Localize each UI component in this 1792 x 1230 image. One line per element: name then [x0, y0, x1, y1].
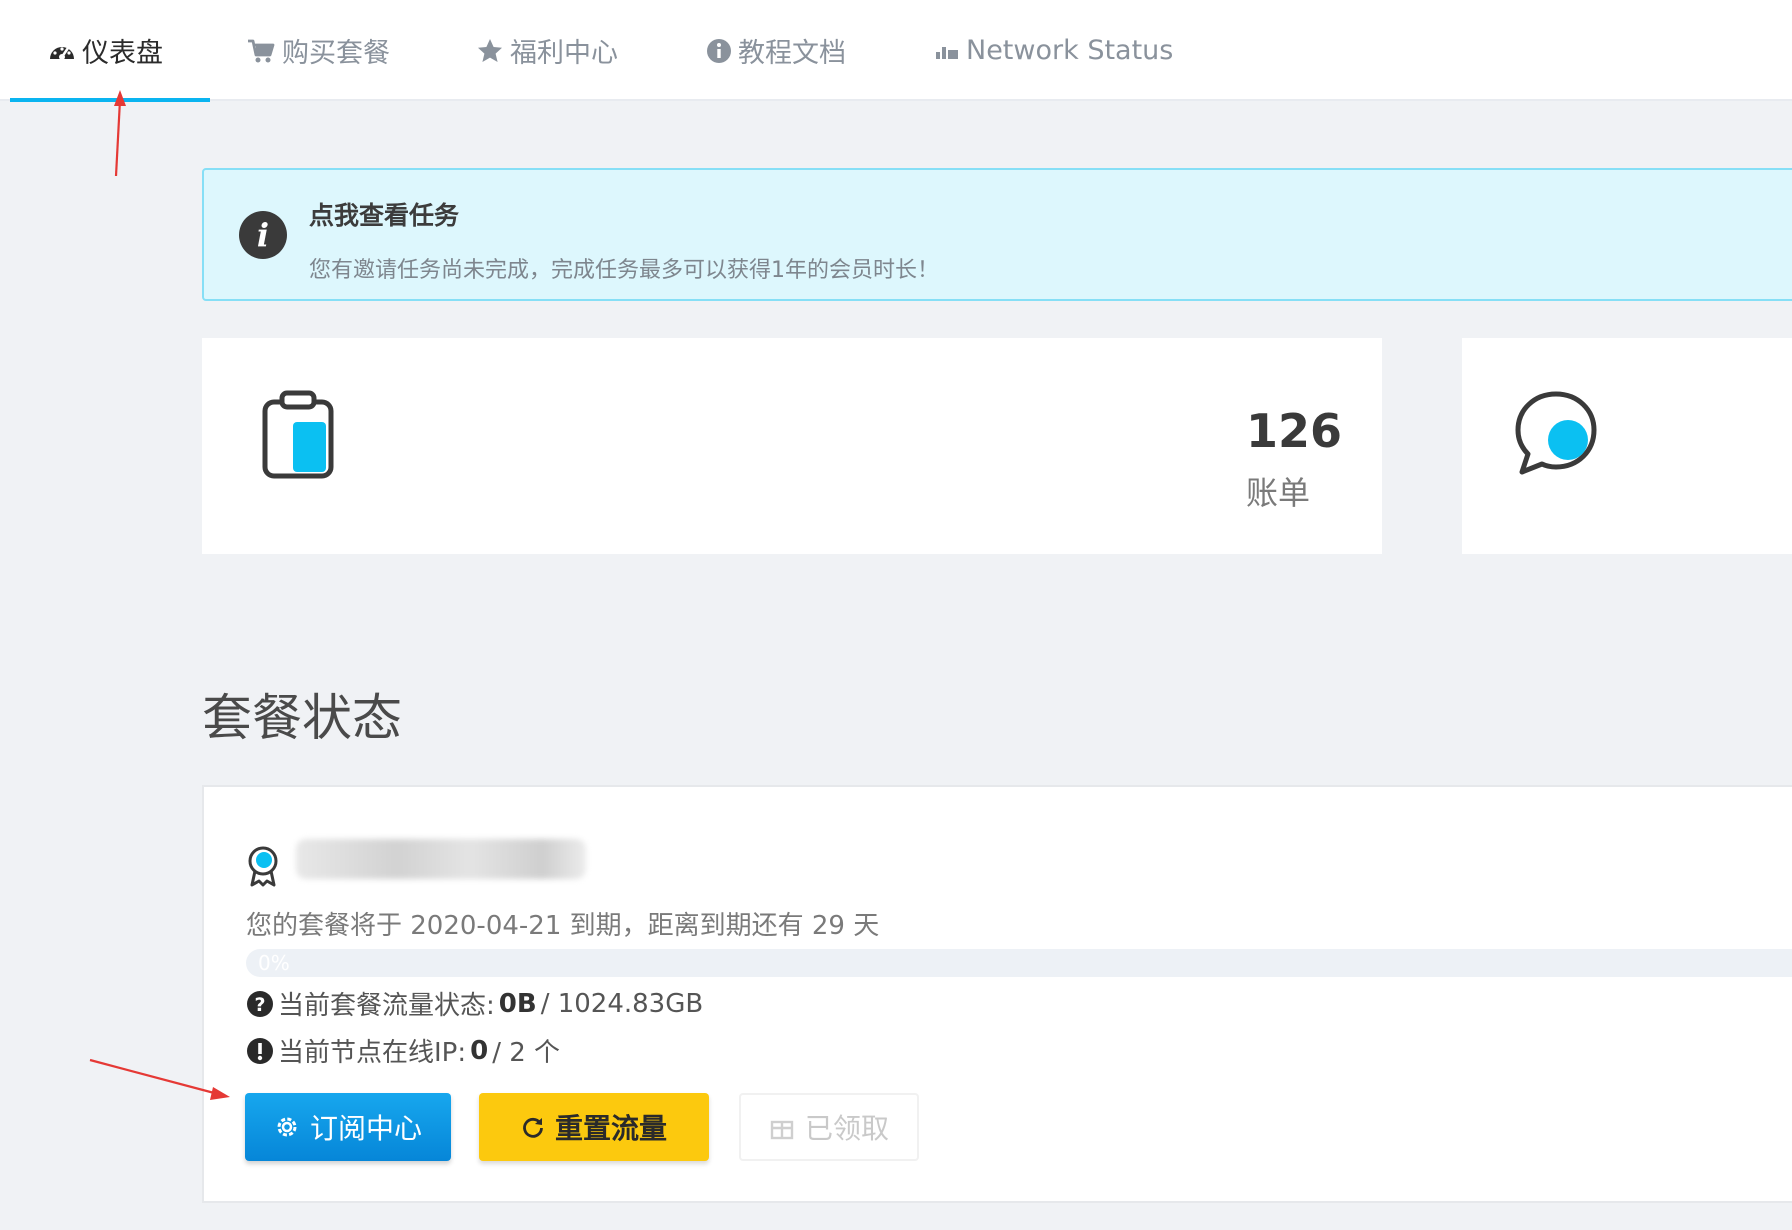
nav-tab-network-status[interactable]: Network Status: [936, 0, 1173, 101]
gift-icon: [769, 1114, 795, 1140]
online-ip-total: / 2 个: [492, 1038, 561, 1068]
nav-tab-dashboard-label: 仪表盘: [82, 38, 163, 69]
online-ip-label: 当前节点在线IP:: [278, 1038, 467, 1068]
gear-icon: [274, 1114, 300, 1140]
alert-title[interactable]: 点我查看任务: [309, 196, 459, 232]
nav-tab-tutorial-docs-label: 教程文档: [738, 38, 846, 69]
active-tab-indicator: [10, 98, 210, 102]
clipboard-icon: [260, 390, 338, 484]
nav-tab-network-status-label: Network Status: [966, 35, 1174, 66]
traffic-status-label: 当前套餐流量状态:: [278, 991, 495, 1021]
nav-tab-dashboard[interactable]: 仪表盘: [48, 0, 163, 101]
bills-stat-card[interactable]: 126 账单: [202, 338, 1382, 554]
award-icon: [246, 845, 280, 891]
info-circle-icon: i: [238, 210, 288, 264]
top-navigation: 仪表盘 购买套餐 福利中心 教程文档 Network Status: [0, 0, 1792, 102]
bills-label: 账单: [1246, 474, 1311, 512]
tickets-stat-card[interactable]: [1462, 338, 1792, 554]
svg-text:i: i: [257, 216, 269, 254]
plan-expire-text: 您的套餐将于 2020-04-21 到期，距离到期还有 29 天: [246, 911, 880, 941]
svg-text:?: ?: [254, 994, 265, 1016]
dashboard-icon: [48, 38, 76, 64]
online-ip-count: 0: [470, 1035, 489, 1066]
nav-tab-tutorial-docs[interactable]: 教程文档: [706, 0, 846, 101]
plan-name-redacted: [296, 839, 586, 879]
section-title: 套餐状态: [202, 689, 402, 747]
traffic-progress-label: 0%: [258, 951, 290, 975]
exclamation-circle-icon: [246, 1037, 274, 1065]
traffic-used: 0B: [498, 988, 537, 1019]
task-alert[interactable]: i 点我查看任务 您有邀请任务尚未完成，完成任务最多可以获得1年的会员时长！: [202, 168, 1792, 301]
nav-tab-buy-plan-label: 购买套餐: [282, 38, 390, 69]
traffic-total: / 1024.83GB: [540, 988, 704, 1019]
plan-status-card: 您的套餐将于 2020-04-21 到期，距离到期还有 29 天 0% ? 当前…: [202, 785, 1792, 1203]
bills-count: 126: [1246, 404, 1343, 458]
subscription-center-label: 订阅中心: [309, 1112, 422, 1145]
info-circle-icon: [706, 38, 732, 64]
signal-icon: [936, 41, 960, 61]
subscription-center-button[interactable]: 订阅中心: [245, 1093, 451, 1161]
nav-tab-welfare-center-label: 福利中心: [510, 38, 618, 69]
traffic-progress-bar: 0%: [246, 949, 1792, 977]
question-circle-icon: ?: [246, 990, 274, 1018]
claimed-label: 已领取: [804, 1112, 889, 1145]
nav-tab-welfare-center[interactable]: 福利中心: [476, 0, 618, 101]
reset-traffic-button[interactable]: 重置流量: [479, 1093, 709, 1161]
traffic-status-line: ? 当前套餐流量状态: 0B / 1024.83GB: [246, 985, 703, 1022]
reset-traffic-label: 重置流量: [554, 1112, 667, 1145]
chat-bubble-icon: [1510, 388, 1606, 488]
refresh-icon: [521, 1115, 545, 1139]
cart-icon: [246, 37, 276, 65]
nav-tab-buy-plan[interactable]: 购买套餐: [246, 0, 390, 101]
claimed-button[interactable]: 已领取: [739, 1093, 919, 1161]
arrow-to-dashboard-tab: [114, 90, 126, 177]
alert-message: 您有邀请任务尚未完成，完成任务最多可以获得1年的会员时长！: [309, 258, 939, 283]
online-ip-line: 当前节点在线IP: 0 / 2 个: [246, 1032, 560, 1069]
star-icon: [476, 37, 504, 65]
